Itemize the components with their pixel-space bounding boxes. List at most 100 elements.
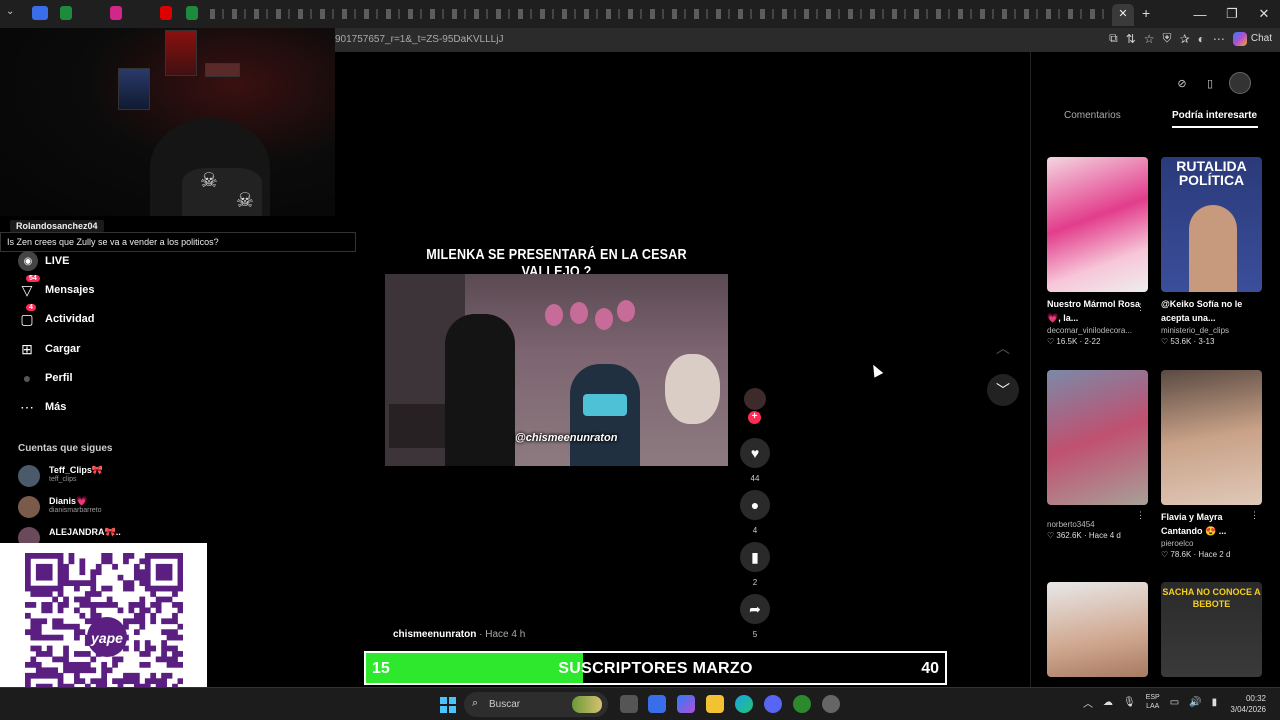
nav-item-activity[interactable]: ▢ 4 Actividad — [18, 304, 95, 329]
taskbar-clock[interactable]: 00:32 3/04/2026 — [1230, 693, 1266, 715]
onedrive-icon[interactable]: ☁ — [1103, 697, 1113, 708]
qr-module — [30, 623, 37, 630]
store-icon[interactable] — [648, 695, 666, 713]
qr-module — [106, 558, 113, 565]
compass-icon[interactable]: ⊘ — [1173, 74, 1191, 92]
battery-icon[interactable]: ▮ — [1212, 697, 1218, 708]
copilot-taskbar-icon[interactable] — [677, 695, 695, 713]
qr-module — [68, 580, 75, 586]
nav-item-messages[interactable]: ▽ 54 Mensajes — [18, 275, 95, 300]
microphone-icon[interactable]: 🎙 — [1123, 697, 1136, 708]
task-view-icon[interactable] — [620, 695, 638, 713]
nav-label: Actividad — [45, 313, 95, 325]
more-options-icon[interactable]: ⋮ — [1250, 510, 1259, 521]
tab-favicon[interactable] — [160, 6, 172, 20]
new-tab-button[interactable]: + — [1142, 5, 1150, 21]
video-thumbnail[interactable]: SACHA NO CONOCE A BEBOTE — [1161, 582, 1262, 677]
qr-module — [112, 678, 118, 685]
favorites-icon[interactable]: ✰ — [1180, 32, 1190, 46]
phone-icon[interactable]: ▯ — [1201, 74, 1219, 92]
share-button[interactable]: ➦ — [740, 594, 770, 624]
card-stats: ♡ 362.6K · Hace 4 d — [1047, 531, 1121, 540]
author-name[interactable]: chismeenunraton — [393, 629, 476, 640]
nav-item-more[interactable]: ⋯ Más — [18, 397, 66, 417]
nav-item-live[interactable]: ◉ LIVE — [18, 251, 69, 271]
show-hidden-icons-chevron-icon[interactable]: ︿ — [1083, 695, 1093, 710]
save-button[interactable]: ▮ — [740, 542, 770, 572]
video-thumbnail[interactable] — [1047, 370, 1148, 505]
nav-item-profile[interactable]: ● Perfil — [18, 368, 73, 388]
taskbar-search[interactable]: ⌕ Buscar — [464, 692, 608, 717]
more-options-icon[interactable]: ⋮ — [1136, 302, 1145, 313]
recommended-video-card[interactable]: ⋮ Nuestro Mármol Rosa 💗, la... decomar_v… — [1047, 157, 1148, 346]
qr-module — [30, 672, 37, 679]
next-video-button[interactable]: ﹀ — [987, 374, 1019, 406]
card-author[interactable]: pieroelco — [1161, 539, 1262, 548]
recommendations-panel: ⊘ ▯ Comentarios Podría interesarte ⋮ Nue… — [1030, 52, 1280, 687]
video-player[interactable]: @chismeenunraton — [385, 274, 728, 466]
favorite-star-icon[interactable]: ☆ — [1144, 32, 1155, 46]
recommended-video-card[interactable]: RUTALIDA POLÍTICA @Keiko Sofía no le ace… — [1161, 157, 1262, 346]
start-button[interactable] — [440, 697, 456, 713]
nav-item-upload[interactable]: ⊞ Cargar — [18, 339, 80, 359]
input-language[interactable]: ESP LAA — [1146, 693, 1160, 711]
xbox-icon[interactable] — [793, 695, 811, 713]
tab-favicon[interactable] — [110, 6, 122, 20]
recommended-video-card[interactable]: ⋮ Flavia y Mayra Cantando 😍 ... pieroelc… — [1161, 370, 1262, 559]
active-tab[interactable]: ✕ — [1112, 4, 1134, 26]
previous-video-button[interactable]: ︿ — [987, 332, 1019, 364]
discord-icon[interactable] — [764, 695, 782, 713]
author-avatar[interactable] — [744, 388, 766, 410]
video-thumbnail[interactable] — [1047, 157, 1148, 292]
open-in-app-icon[interactable]: ⧉ — [1109, 31, 1118, 46]
browser-menu-icon[interactable]: ⋯ — [1213, 32, 1225, 46]
url-text[interactable]: 901757657_r=1&_t=ZS-95DaKVLLLjJ — [335, 34, 503, 45]
close-window-button[interactable]: ✕ — [1248, 6, 1280, 22]
more-options-icon[interactable]: ⋮ — [1136, 510, 1145, 521]
address-bar[interactable]: 901757657_r=1&_t=ZS-95DaKVLLLjJ ⧉ ⇅ ☆ ⛨ … — [335, 28, 1280, 52]
qr-module — [90, 585, 97, 592]
following-account[interactable]: Dianis💗 dianismarbarreto — [18, 496, 102, 518]
qr-module — [79, 558, 86, 565]
tab-active-indicator — [1172, 126, 1258, 128]
qr-module — [25, 574, 31, 581]
user-avatar[interactable] — [1229, 72, 1251, 94]
tiktok-tabs-strip[interactable] — [210, 9, 1130, 19]
card-author[interactable]: decomar_vinilodecora... — [1047, 326, 1148, 335]
card-author[interactable]: ministerio_de_clips — [1161, 326, 1262, 335]
restore-button[interactable]: ❐ — [1216, 6, 1248, 22]
network-icon[interactable]: ▭ — [1170, 697, 1179, 708]
profile-icon[interactable]: ◐ — [1198, 32, 1205, 46]
like-button[interactable]: ♥ — [740, 438, 770, 468]
thumbnail-person — [1189, 205, 1237, 292]
following-account[interactable]: Teff_Clips🎀 teff_clips — [18, 465, 103, 487]
app-icon[interactable] — [822, 695, 840, 713]
minimize-button[interactable]: — — [1184, 7, 1216, 22]
qr-module — [144, 607, 151, 614]
address-bar-icons: ⧉ ⇅ ☆ ⛨ ✰ ◐ ⋯ Chat — [1109, 31, 1272, 46]
tab-you-may-like[interactable]: Podría interesarte — [1172, 110, 1257, 121]
tab-list-chevron-icon[interactable]: ⌄ — [6, 6, 14, 17]
tab-favicon[interactable] — [32, 6, 48, 20]
extensions-icon[interactable]: ⛨ — [1163, 31, 1172, 46]
follow-author-button[interactable]: + — [748, 411, 761, 424]
edge-icon[interactable] — [735, 695, 753, 713]
tab-comments[interactable]: Comentarios — [1064, 110, 1121, 121]
volume-icon[interactable]: 🔊 — [1189, 697, 1201, 708]
video-author-line[interactable]: chismeenunraton · Hace 4 h — [393, 629, 525, 640]
browser-tab-strip[interactable]: ⌄ ✕ + — ❐ ✕ — [0, 0, 1280, 28]
file-explorer-icon[interactable] — [706, 695, 724, 713]
recommended-video-card[interactable]: ⋮ norberto3454 ♡ 362.6K · Hace 4 d — [1047, 370, 1148, 540]
translate-icon[interactable]: ⇅ — [1126, 32, 1136, 46]
qr-module — [177, 661, 183, 668]
video-thumbnail[interactable] — [1047, 582, 1148, 677]
recommended-video-card[interactable]: SACHA NO CONOCE A BEBOTE — [1161, 582, 1262, 677]
copilot-chat-button[interactable]: Chat — [1232, 31, 1272, 46]
comment-button[interactable]: ● — [740, 490, 770, 520]
tab-favicon[interactable] — [60, 6, 72, 20]
card-author[interactable]: norberto3454 — [1047, 520, 1148, 529]
video-thumbnail[interactable] — [1161, 370, 1262, 505]
recommended-video-card[interactable] — [1047, 582, 1148, 677]
video-thumbnail[interactable]: RUTALIDA POLÍTICA — [1161, 157, 1262, 292]
tab-favicon[interactable] — [186, 6, 198, 20]
